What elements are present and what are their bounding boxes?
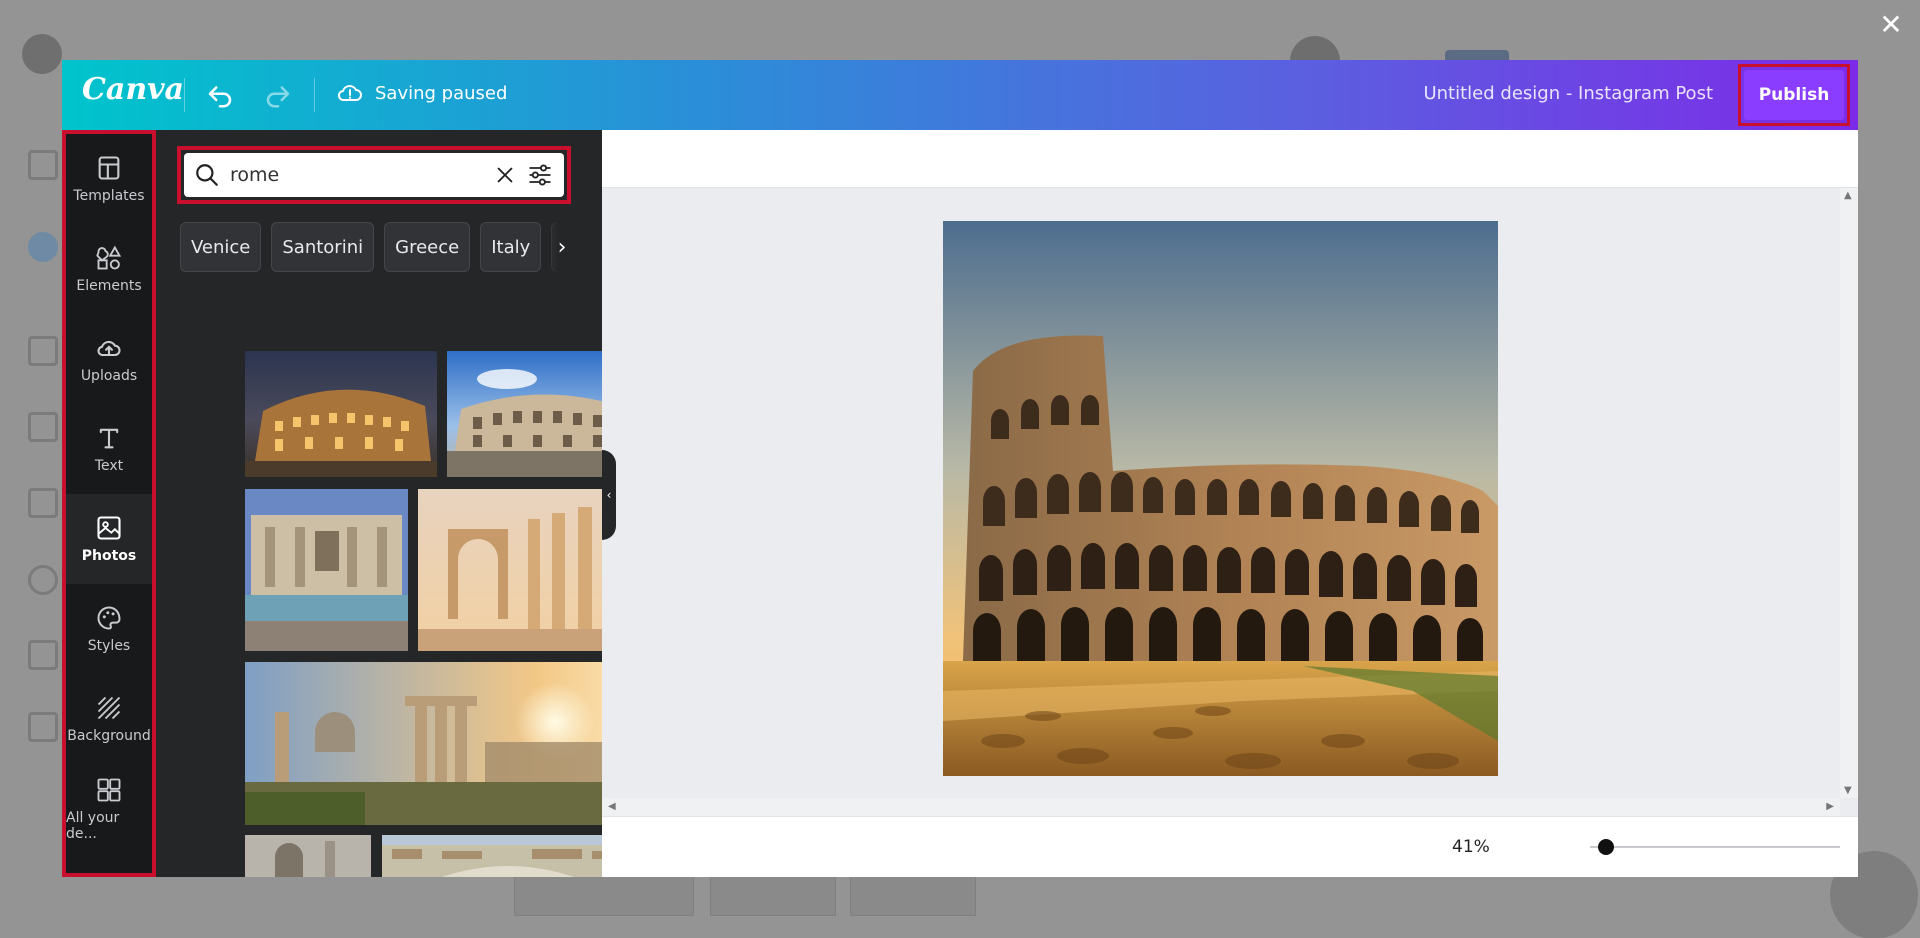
rail-item-label: Photos bbox=[82, 548, 137, 564]
zoom-slider-handle[interactable] bbox=[1598, 839, 1614, 855]
styles-icon bbox=[95, 604, 123, 632]
publish-button[interactable]: Publish bbox=[1744, 70, 1844, 120]
redo-icon[interactable] bbox=[263, 80, 293, 110]
zoom-slider-track[interactable] bbox=[1590, 846, 1840, 848]
elements-icon bbox=[95, 244, 123, 272]
rail-item-all-designs[interactable]: All your de... bbox=[66, 764, 152, 854]
horizontal-scrollbar[interactable]: ◀ ▶ bbox=[602, 798, 1840, 816]
rail-item-text[interactable]: Text bbox=[66, 404, 152, 494]
photos-icon bbox=[95, 514, 123, 542]
search-highlight bbox=[177, 146, 571, 204]
search-input[interactable] bbox=[230, 164, 484, 186]
rail-item-label: Styles bbox=[88, 638, 130, 654]
background-button bbox=[710, 872, 836, 916]
rail-item-styles[interactable]: Styles bbox=[66, 584, 152, 674]
rail-item-elements[interactable]: Elements bbox=[66, 224, 152, 314]
background-icon bbox=[95, 694, 123, 722]
background-nav-icon bbox=[28, 565, 58, 595]
scroll-left-icon[interactable]: ◀ bbox=[608, 801, 616, 812]
photos-panel: Venice Santorini Greece Italy Am › bbox=[156, 130, 602, 877]
close-modal-button[interactable]: ✕ bbox=[1876, 10, 1906, 40]
rail-item-label: Uploads bbox=[81, 368, 137, 384]
search-box bbox=[184, 153, 564, 197]
rail-item-background[interactable]: Background bbox=[66, 674, 152, 764]
rail-item-photos[interactable]: Photos bbox=[66, 494, 152, 584]
background-button bbox=[850, 872, 976, 916]
saving-status[interactable]: Saving paused bbox=[337, 82, 507, 104]
photo-colosseum-evening[interactable] bbox=[245, 351, 437, 477]
zoom-bar: 41% ? bbox=[602, 816, 1858, 877]
search-icon bbox=[194, 162, 220, 188]
colosseum-photo[interactable] bbox=[943, 221, 1498, 776]
background-nav-icon bbox=[28, 412, 58, 442]
canva-logo[interactable]: Canva bbox=[82, 72, 184, 107]
text-icon bbox=[95, 424, 123, 452]
rail-item-label: Templates bbox=[73, 188, 144, 204]
rail-item-label: Background bbox=[67, 728, 151, 744]
zoom-percentage[interactable]: 41% bbox=[1452, 837, 1490, 857]
background-nav-icon bbox=[28, 336, 58, 366]
publish-highlight: Publish bbox=[1738, 64, 1850, 126]
chevron-right-icon[interactable]: › bbox=[546, 222, 578, 272]
chip-venice[interactable]: Venice bbox=[180, 222, 261, 272]
photo-image bbox=[382, 835, 635, 877]
templates-icon bbox=[95, 154, 123, 182]
background-nav-icon bbox=[28, 150, 58, 180]
photo-image bbox=[245, 351, 437, 477]
photo-image bbox=[245, 662, 635, 825]
scroll-up-icon[interactable]: ▲ bbox=[1844, 190, 1852, 201]
rail-item-label: Elements bbox=[76, 278, 141, 294]
rail-item-label: Text bbox=[95, 458, 123, 474]
scroll-right-icon[interactable]: ▶ bbox=[1826, 801, 1834, 812]
cloud-icon bbox=[337, 82, 363, 104]
chip-greece[interactable]: Greece bbox=[384, 222, 470, 272]
photo-image bbox=[245, 489, 408, 651]
background-nav-icon bbox=[28, 712, 58, 742]
uploads-icon bbox=[95, 334, 123, 362]
filter-settings-icon[interactable] bbox=[526, 161, 554, 189]
vertical-scrollbar[interactable]: ▲ ▼ bbox=[1840, 188, 1858, 798]
design-title[interactable]: Untitled design - Instagram Post bbox=[1423, 83, 1713, 104]
scroll-down-icon[interactable]: ▼ bbox=[1844, 785, 1852, 796]
background-button bbox=[514, 872, 694, 916]
background-nav-icon bbox=[28, 232, 58, 262]
topbar-divider bbox=[314, 78, 315, 112]
photo-vatican-aerial[interactable] bbox=[382, 835, 635, 877]
saving-status-label: Saving paused bbox=[375, 83, 507, 104]
photo-trevi-fountain[interactable] bbox=[245, 489, 408, 651]
photo-roman-forum[interactable]: ♛ bbox=[245, 662, 635, 825]
collapse-panel-button[interactable]: ‹ bbox=[602, 450, 616, 540]
photo-trevi-closeup[interactable] bbox=[245, 835, 371, 877]
side-navigation: Templates Elements Uploads Text Photos S… bbox=[62, 130, 156, 877]
canvas-area: ‹ bbox=[602, 130, 1858, 877]
design-page[interactable] bbox=[943, 221, 1498, 776]
editor-modal: Canva Saving paused Untitled design - In… bbox=[62, 60, 1858, 877]
all-designs-icon bbox=[95, 776, 123, 804]
rail-item-uploads[interactable]: Uploads bbox=[66, 314, 152, 404]
clear-search-icon[interactable] bbox=[494, 164, 516, 186]
chip-santorini[interactable]: Santorini bbox=[271, 222, 374, 272]
context-toolbar bbox=[602, 130, 1858, 188]
undo-icon[interactable] bbox=[205, 80, 235, 110]
rail-item-templates[interactable]: Templates bbox=[66, 134, 152, 224]
rail-item-label: All your de... bbox=[66, 810, 152, 842]
topbar-divider bbox=[184, 78, 185, 112]
background-nav-icon bbox=[28, 640, 58, 670]
suggestion-chips: Venice Santorini Greece Italy Am bbox=[180, 222, 572, 272]
chip-italy[interactable]: Italy bbox=[480, 222, 541, 272]
photo-image bbox=[245, 835, 371, 877]
background-nav-icon bbox=[28, 488, 58, 518]
editor-topbar: Canva Saving paused Untitled design - In… bbox=[62, 60, 1858, 130]
background-logo bbox=[22, 34, 62, 74]
